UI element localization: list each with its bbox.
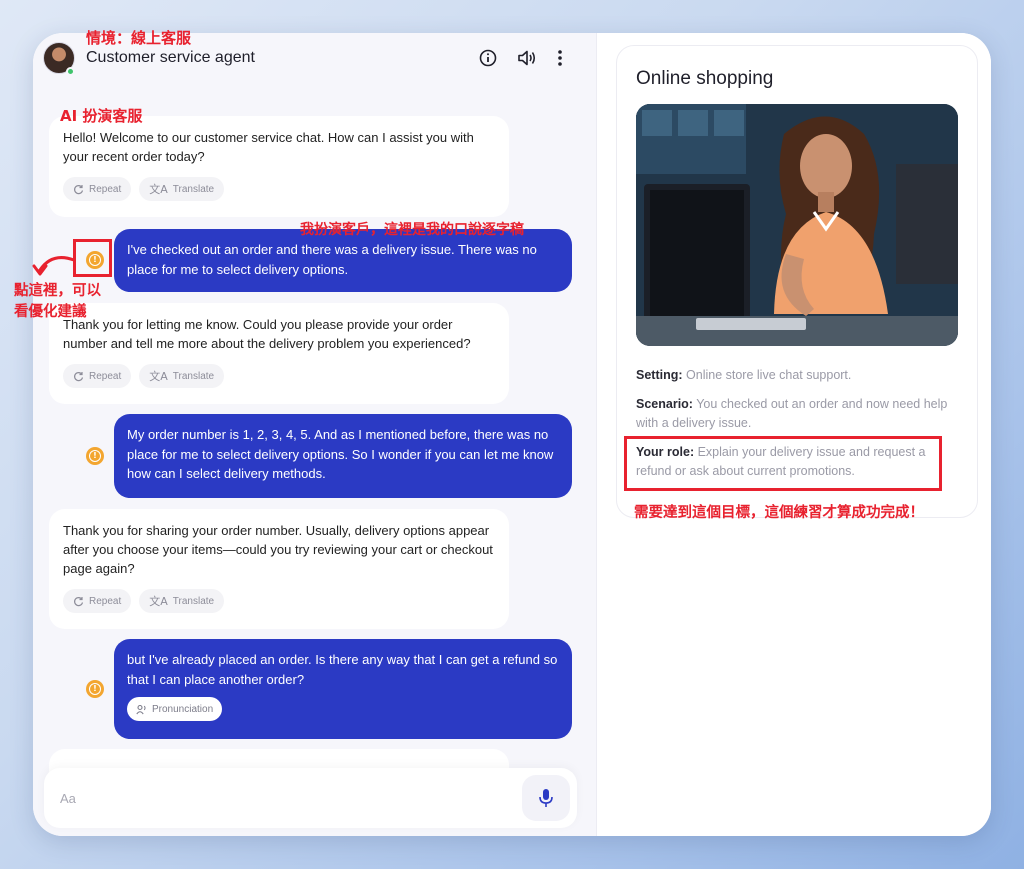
user-message: My order number is 1, 2, 3, 4, 5. And as… (114, 414, 572, 498)
ai-message: Thank you for sharing your order number.… (49, 509, 509, 629)
scenario-pane: Online shopping Setting: Online store li… (597, 33, 991, 836)
translate-button[interactable]: 文A Translate (139, 177, 225, 201)
repeat-button[interactable]: Repeat (63, 177, 132, 201)
online-status-dot (66, 67, 75, 76)
pronunciation-button[interactable]: Pronunciation (127, 697, 223, 721)
ai-message-text: Thank you for sharing your order number.… (63, 523, 493, 576)
message-composer (44, 768, 577, 828)
chat-title: Customer service agent (86, 49, 255, 66)
translate-button[interactable]: 文A Translate (139, 589, 225, 613)
translate-button[interactable]: 文A Translate (139, 364, 225, 388)
suggestion-icon[interactable]: ! (86, 680, 104, 698)
pronunciation-label: Pronunciation (152, 703, 214, 715)
ai-message-text: Thank you for letting me know. Could you… (63, 317, 471, 351)
repeat-button[interactable]: Repeat (63, 364, 132, 388)
translate-label: Translate (172, 595, 215, 607)
highlight-box-role (624, 436, 942, 491)
repeat-icon (74, 371, 84, 381)
setting-label: Setting: (636, 368, 683, 382)
repeat-label: Repeat (89, 370, 122, 382)
repeat-icon (74, 596, 84, 606)
repeat-label: Repeat (89, 595, 122, 607)
scenario-label: Scenario: (636, 397, 693, 411)
annotation-ai-role: AI 扮演客服 (60, 107, 143, 125)
annotation-click-hint-line2: 看優化建議 (14, 304, 87, 320)
scenario-title: Online shopping (636, 68, 774, 89)
user-message: but I've already placed an order. Is the… (114, 639, 572, 739)
app-window: Customer service agent Hello! Welcome to… (33, 33, 991, 836)
annotation-scene: 情境：線上客服 (86, 29, 192, 47)
translate-icon: 文A (149, 370, 168, 383)
annotation-goal: 需要達到這個目標，這個練習才算成功完成！ (634, 505, 924, 521)
repeat-button[interactable]: Repeat (63, 589, 132, 613)
ai-message: Thank you for letting me know. Could you… (49, 303, 509, 404)
user-message-text: My order number is 1, 2, 3, 4, 5. And as… (127, 427, 554, 481)
repeat-label: Repeat (89, 183, 122, 195)
chat-pane: Customer service agent Hello! Welcome to… (33, 33, 596, 836)
annotation-arrow (32, 256, 76, 276)
ai-message: Hello! Welcome to our customer service c… (49, 116, 509, 217)
scenario-info: Scenario: You checked out an order and n… (636, 395, 960, 433)
suggestion-icon[interactable]: ! (86, 447, 104, 465)
user-message-text: I've checked out an order and there was … (127, 242, 537, 277)
setting-value: Online store live chat support. (686, 368, 852, 382)
info-icon[interactable] (478, 48, 498, 68)
translate-icon: 文A (149, 183, 168, 196)
annotation-user-role: 我扮演客戶，這裡是我的口說逐字稿 (300, 222, 524, 238)
translate-icon: 文A (149, 595, 168, 608)
user-message-text: but I've already placed an order. Is the… (127, 652, 558, 687)
scenario-illustration (636, 104, 958, 346)
more-vertical-icon[interactable] (550, 48, 570, 68)
message-input[interactable] (60, 786, 480, 810)
pronunciation-icon (136, 704, 146, 714)
translate-label: Translate (172, 370, 215, 382)
translate-label: Translate (172, 183, 215, 195)
ai-message-text: Hello! Welcome to our customer service c… (63, 130, 474, 164)
microphone-icon (539, 789, 553, 807)
microphone-button[interactable] (522, 775, 570, 821)
repeat-icon (74, 184, 84, 194)
speaker-icon[interactable] (517, 48, 537, 68)
setting-info: Setting: Online store live chat support. (636, 366, 960, 385)
